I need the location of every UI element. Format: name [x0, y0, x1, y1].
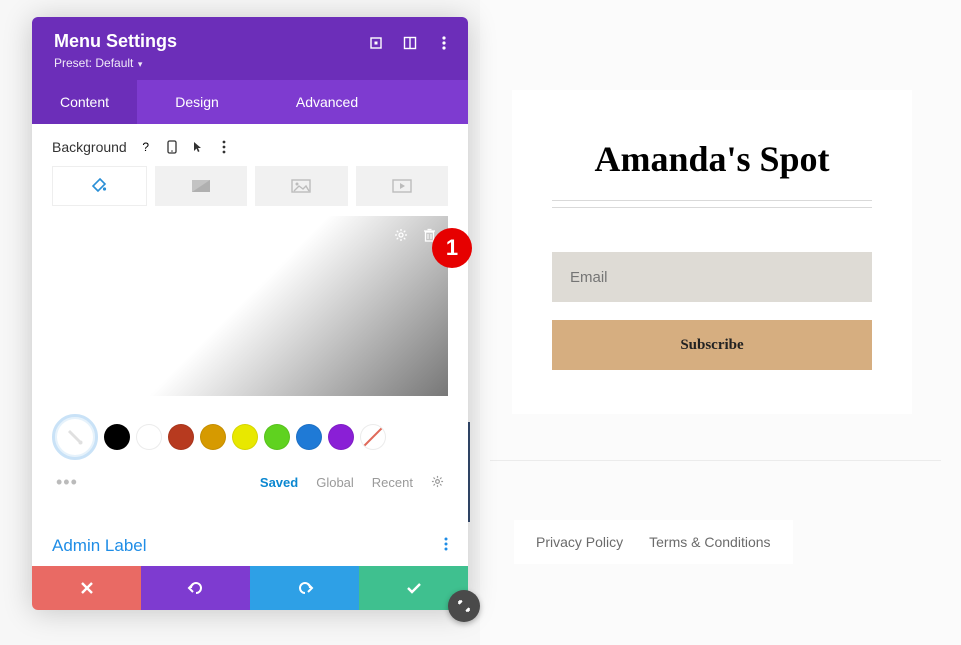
device-icon[interactable] — [161, 136, 183, 158]
cursor-icon[interactable] — [187, 136, 209, 158]
tab-content[interactable]: Content — [32, 80, 137, 124]
palette-saved-tab[interactable]: Saved — [260, 475, 298, 490]
footer-buttons — [32, 566, 468, 610]
resize-handle[interactable] — [448, 590, 480, 622]
preset-selector[interactable]: Preset: Default ▾ — [54, 56, 446, 70]
email-field[interactable] — [552, 252, 872, 302]
cancel-button[interactable] — [32, 566, 141, 610]
section-divider — [490, 460, 941, 461]
color-swatch[interactable] — [328, 424, 354, 450]
help-icon[interactable]: ? — [135, 136, 157, 158]
divider — [552, 207, 872, 208]
tab-advanced[interactable]: Advanced — [257, 80, 397, 124]
more-icon[interactable] — [436, 35, 452, 51]
color-swatch[interactable] — [232, 424, 258, 450]
admin-label: Admin Label — [52, 536, 147, 556]
undo-button[interactable] — [141, 566, 250, 610]
color-swatch[interactable] — [104, 424, 130, 450]
palette-global-tab[interactable]: Global — [316, 475, 354, 490]
bg-color-tab[interactable] — [52, 166, 147, 206]
panel-header: Menu Settings Preset: Default ▾ — [32, 17, 468, 80]
color-swatches — [52, 414, 448, 460]
no-color-swatch[interactable] — [360, 424, 386, 450]
divider — [552, 200, 872, 201]
footer-links: Privacy Policy Terms & Conditions — [514, 520, 793, 564]
terms-link[interactable]: Terms & Conditions — [649, 534, 770, 550]
subscribe-card: Amanda's Spot Subscribe — [512, 90, 912, 414]
background-label: Background — [52, 139, 127, 155]
more-swatches-icon[interactable]: ••• — [56, 472, 78, 493]
admin-more-icon[interactable] — [444, 535, 448, 556]
bg-image-tab[interactable] — [255, 166, 348, 206]
caret-down-icon: ▾ — [135, 59, 142, 69]
color-swatch-active[interactable] — [52, 414, 98, 460]
snap-icon[interactable] — [368, 35, 384, 51]
tabs: Content Design Advanced — [32, 80, 468, 124]
gradient-preview — [52, 216, 448, 396]
palette-settings-icon[interactable] — [431, 475, 444, 491]
subscribe-button[interactable]: Subscribe — [552, 320, 872, 370]
privacy-link[interactable]: Privacy Policy — [536, 534, 623, 550]
color-swatch[interactable] — [264, 424, 290, 450]
page-preview: Amanda's Spot Subscribe Privacy Policy T… — [480, 0, 961, 645]
panel-body: Background ? — [32, 124, 468, 493]
bg-video-tab[interactable] — [356, 166, 449, 206]
bg-gradient-tab[interactable] — [155, 166, 248, 206]
color-swatch[interactable] — [168, 424, 194, 450]
color-swatch[interactable] — [136, 424, 162, 450]
layout-icon[interactable] — [402, 35, 418, 51]
tab-design[interactable]: Design — [137, 80, 257, 124]
redo-button[interactable] — [250, 566, 359, 610]
color-swatch[interactable] — [296, 424, 322, 450]
more-options-icon[interactable] — [213, 136, 235, 158]
site-title: Amanda's Spot — [552, 138, 872, 180]
color-swatch[interactable] — [200, 424, 226, 450]
bg-type-tabs — [52, 166, 448, 206]
annotation-badge-1: 1 — [432, 228, 472, 268]
gear-icon[interactable] — [392, 226, 410, 244]
palette-recent-tab[interactable]: Recent — [372, 475, 413, 490]
settings-panel: Menu Settings Preset: Default ▾ Content … — [32, 17, 468, 610]
admin-label-section[interactable]: Admin Label — [32, 517, 468, 566]
